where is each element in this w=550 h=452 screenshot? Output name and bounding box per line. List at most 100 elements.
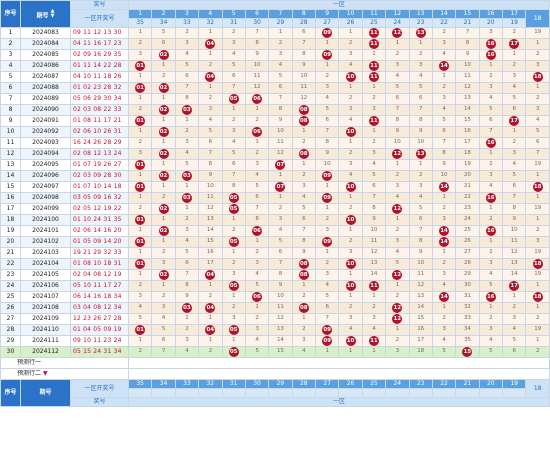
miss-count: 2 [535, 51, 540, 58]
row-issue: 2024097 [20, 181, 71, 193]
row-cell: 05 [221, 203, 246, 215]
miss-count: 13 [276, 326, 284, 333]
row-cell: 2 [338, 236, 363, 248]
miss-count: 1 [395, 326, 400, 333]
row-issue: 2024100 [20, 214, 71, 226]
miss-count: 8 [208, 161, 213, 168]
table-row: 23 2024105 02 04 08 12 19 1 02 7 04 3 4 8 08 3 1 14 12… [0, 269, 550, 281]
row-cell: 3 [525, 236, 550, 248]
row-cell: 9 [361, 214, 387, 226]
sort-desc-icon[interactable]: ▲ ▼ [51, 8, 55, 20]
miss-count: 4 [348, 326, 353, 333]
miss-count: 12 [276, 150, 284, 157]
row-cell: 03 [174, 192, 200, 204]
miss-count: 4 [325, 282, 329, 289]
miss-count: 11 [510, 238, 518, 245]
miss-count: 7 [255, 205, 259, 212]
table-row: 29 2024111 09 10 11 23 24 1 6 3 1 1 4 14 3 09 10 11 2 1… [0, 335, 550, 347]
hit-ball: 01 [135, 237, 146, 247]
row-cell: 4 [361, 324, 387, 336]
row-cell: 1 [198, 335, 223, 347]
row-cell: 7 [385, 104, 410, 116]
row-cell: 08 [291, 148, 317, 160]
row-cell: 01 [127, 214, 153, 226]
hit-ball: 12 [392, 314, 403, 324]
miss-count: 10 [253, 62, 261, 69]
row-cell: 4 [291, 192, 317, 204]
row-cell: 5 [478, 280, 504, 292]
miss-count: 7 [231, 84, 236, 91]
row-cell: 9 [268, 115, 293, 127]
row-cell: 2 [431, 27, 457, 39]
miss-count: 3 [348, 161, 353, 168]
miss-count: 1 [348, 194, 353, 201]
row-cell: 1 [198, 313, 223, 325]
col-footer-22: 22 [431, 379, 457, 389]
row-cell: 02 [151, 225, 176, 237]
miss-count: 4 [231, 139, 236, 146]
predict-row-1[interactable]: 预测行一 [0, 357, 550, 369]
col-subfooter-30 [244, 388, 270, 398]
dropdown-arrow-icon[interactable]: ▼ [43, 370, 48, 377]
issue-header[interactable]: 期号 ▲ ▼ [20, 0, 71, 28]
row-cell: 2 [408, 49, 433, 61]
col-header-17: 17 [501, 9, 527, 19]
row-cell: 9 [501, 214, 527, 226]
row-cell: 3 [361, 148, 387, 160]
row-issue: 2024088 [20, 82, 71, 94]
row-cell: 17 [501, 115, 527, 127]
miss-count: 3 [255, 326, 259, 333]
row-cell: 6 [174, 258, 200, 270]
predict-row-2[interactable]: 预测行二 ▼ [0, 368, 550, 380]
miss-count: 2 [372, 304, 376, 311]
miss-count: 14 [206, 227, 214, 234]
row-draw-numbers: 01 04 05 09 19 [70, 324, 129, 336]
row-cell: 3 [338, 49, 363, 61]
zone-draw-footer: 一区开奖号 [70, 379, 129, 398]
row-cell: 2 [127, 38, 153, 50]
row-cell: 34 [455, 324, 480, 336]
row-cell: 5 [501, 93, 527, 105]
col-subfooter-27 [314, 388, 340, 398]
miss-count: 14 [276, 337, 284, 344]
miss-count: 16 [463, 128, 471, 135]
miss-count: 2 [138, 205, 142, 212]
row-cell: 1 [198, 27, 223, 39]
hit-ball: 10 [345, 72, 356, 82]
table-row: 26 2024108 03 04 08 12 34 4 3 03 04 2 1 11 08 6 2 2 12… [0, 302, 550, 314]
row-cell: 4 [338, 324, 363, 336]
miss-count: 11 [463, 73, 471, 80]
miss-count: 2 [255, 315, 259, 322]
miss-count: 17 [463, 139, 471, 146]
row-cell: 2 [221, 115, 246, 127]
row-cell: 1 [268, 192, 293, 204]
miss-count: 6 [278, 84, 283, 91]
miss-count: 1 [138, 249, 142, 256]
miss-count: 3 [348, 106, 353, 113]
row-cell: 04 [198, 269, 223, 281]
hit-ball: 02 [158, 270, 169, 280]
row-cell: 3 [385, 181, 410, 193]
miss-count: 2 [138, 282, 142, 289]
row-cell: 2 [127, 346, 153, 358]
row-cell: 7 [525, 148, 550, 160]
row-cell: 5 [291, 203, 317, 215]
row-cell: 19 [525, 203, 550, 215]
col-footer-18: 18 [525, 379, 550, 398]
col-subheader-25: 25 [361, 18, 387, 28]
row-issue: 2024091 [20, 115, 71, 127]
hit-ball: 04 [205, 72, 216, 82]
row-cell: 2 [127, 203, 153, 215]
row-issue: 2024090 [20, 104, 71, 116]
row-cell: 1 [151, 137, 176, 149]
miss-count: 11 [370, 238, 378, 245]
miss-count: 5 [395, 260, 400, 267]
col-subfooter-29 [268, 388, 293, 398]
table-row: 4 2024086 01 11 14 22 28 01 1 5 2 5 10 4 9 1 4 11 3 3 14… [0, 60, 550, 72]
row-cell: 25 [455, 225, 480, 237]
hit-ball: 01 [135, 83, 146, 93]
miss-count: 23 [463, 205, 471, 212]
row-cell: 14 [198, 225, 223, 237]
miss-count: 28 [463, 260, 471, 267]
hit-ball: 05 [228, 347, 239, 357]
